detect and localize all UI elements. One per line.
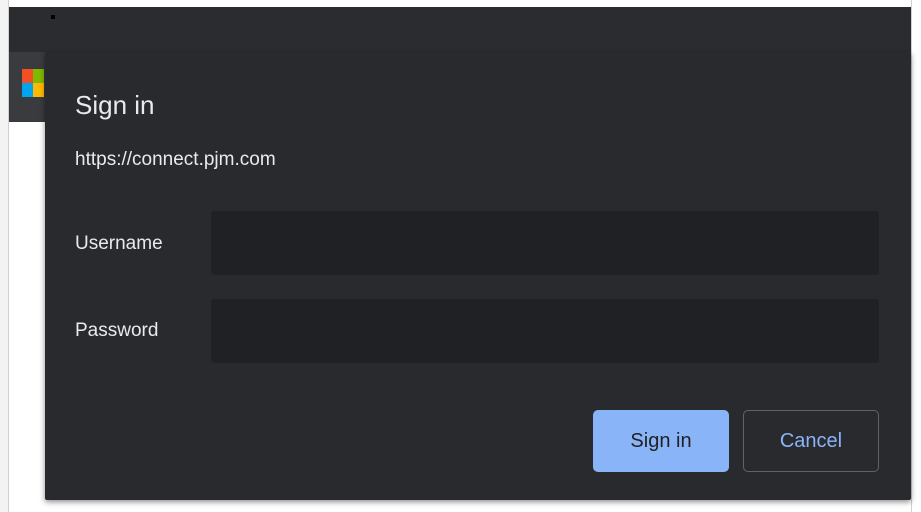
browser-window: Sign in https://connect.pjm.com Username… — [0, 0, 921, 512]
title-bar-dot — [51, 15, 55, 19]
password-input[interactable] — [211, 299, 879, 363]
microsoft-logo-icon — [22, 69, 44, 97]
username-label: Username — [75, 233, 163, 254]
sign-in-dialog: Sign in https://connect.pjm.com Username… — [45, 52, 911, 500]
sign-in-button[interactable]: Sign in — [593, 410, 729, 472]
password-label: Password — [75, 320, 159, 341]
username-input[interactable] — [211, 211, 879, 275]
window-right-edge — [911, 0, 921, 512]
title-bar — [9, 7, 912, 52]
cancel-button[interactable]: Cancel — [743, 410, 879, 472]
dialog-url: https://connect.pjm.com — [75, 149, 276, 170]
window-left-edge — [0, 0, 9, 512]
dialog-title: Sign in — [75, 90, 155, 120]
